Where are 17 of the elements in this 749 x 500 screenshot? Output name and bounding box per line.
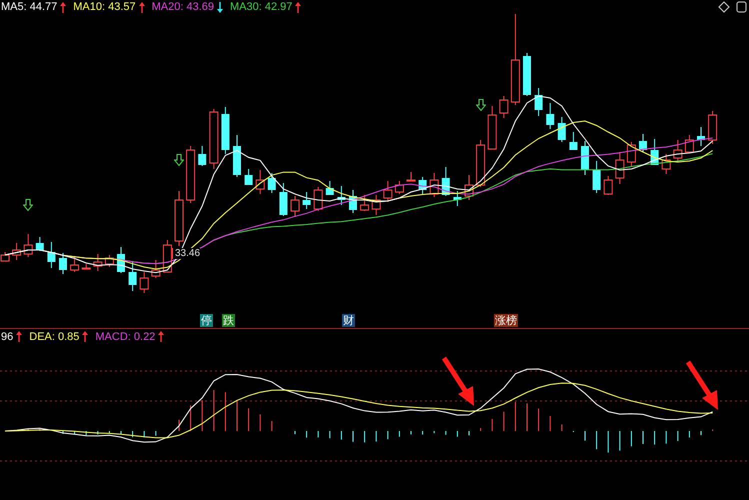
low-price-label: 33.46 bbox=[172, 248, 200, 259]
event-tag[interactable]: 财 bbox=[342, 314, 355, 327]
ma-value: MA10: 43.57 bbox=[73, 1, 136, 13]
down-arrow-icon bbox=[23, 199, 34, 211]
down-arrow-icon bbox=[174, 154, 184, 166]
square-icon[interactable] bbox=[735, 1, 747, 13]
event-tag[interactable]: 跌 bbox=[222, 314, 235, 327]
event-tag[interactable]: 停 bbox=[200, 314, 213, 327]
ma-value: MA20: 43.69 bbox=[152, 1, 214, 13]
macd-value: MACD: 0.22 bbox=[95, 330, 156, 342]
event-tag[interactable]: 涨榜 bbox=[494, 314, 518, 327]
diamond-icon[interactable] bbox=[718, 1, 730, 13]
ma-value: MA30: 42.97 bbox=[230, 1, 292, 13]
ma-value: MA5: 44.77 bbox=[1, 1, 58, 13]
macd-value: DEA: 0.85 bbox=[29, 330, 80, 342]
down-arrow-icon bbox=[476, 99, 486, 111]
macd-value: 96 bbox=[1, 330, 14, 342]
